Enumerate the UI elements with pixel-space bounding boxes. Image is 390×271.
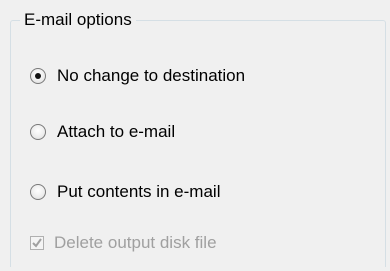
checkmark-icon xyxy=(32,238,42,248)
radio-button-icon xyxy=(30,68,46,84)
checkbox-icon xyxy=(30,236,44,250)
group-title: E-mail options xyxy=(20,9,136,31)
radio-selected-dot xyxy=(35,73,41,79)
radio-no-change-to-destination[interactable]: No change to destination xyxy=(30,64,245,88)
radio-attach-to-email[interactable]: Attach to e-mail xyxy=(30,120,175,144)
radio-label: Put contents in e-mail xyxy=(57,182,221,201)
checkbox-label: Delete output disk file xyxy=(54,233,217,252)
radio-label: No change to destination xyxy=(57,66,246,85)
radio-button-icon xyxy=(30,124,46,140)
radio-put-contents-in-email[interactable]: Put contents in e-mail xyxy=(30,180,220,204)
checkbox-delete-output-disk-file[interactable]: Delete output disk file xyxy=(30,231,217,255)
radio-button-icon xyxy=(30,184,46,200)
radio-label: Attach to e-mail xyxy=(57,122,176,141)
